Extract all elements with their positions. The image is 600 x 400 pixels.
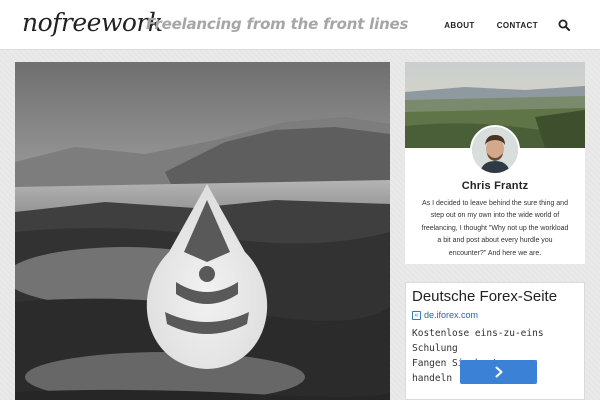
site-tagline: Freelancing from the front lines (146, 15, 409, 33)
author-profile-card: Chris Frantz As I decided to leave behin… (405, 62, 585, 264)
search-icon[interactable] (558, 19, 570, 31)
author-name: Chris Frantz (461, 180, 529, 192)
site-header: nofreework Freelancing from the front li… (0, 0, 600, 50)
author-bio-line: a bit and post about every hurdle you (437, 237, 553, 245)
hero-image[interactable] (15, 62, 390, 400)
nav-about[interactable]: ABOUT (444, 21, 474, 30)
ad-url-link[interactable]: « de.iforex.com (412, 310, 478, 320)
chevron-right-icon (495, 366, 502, 378)
nav-contact[interactable]: CONTACT (497, 21, 538, 30)
author-bio-line: step out on my own into the wide world o… (430, 212, 560, 220)
avatar[interactable] (470, 125, 520, 175)
hero-landscape (15, 62, 390, 400)
author-bio-line: freelancing, I thought "Why not up the w… (421, 224, 569, 232)
ad-widget: Deutsche Forex-Seite « de.iforex.com Kos… (405, 282, 585, 400)
ad-cta-button[interactable] (460, 360, 537, 384)
ad-choices-icon: « (412, 310, 421, 320)
main-nav: ABOUT CONTACT (422, 0, 570, 50)
ad-description-line: Kostenlose eins-zu-eins Schulung (412, 328, 544, 354)
author-bio: As I decided to leave behind the sure th… (415, 198, 575, 260)
site-logo[interactable]: nofreework (22, 8, 163, 37)
author-bio-line: encounter?" And here we are. (448, 249, 542, 257)
author-bio-line: As I decided to leave behind the sure th… (422, 200, 568, 207)
ad-title-link[interactable]: Deutsche Forex-Seite (412, 288, 557, 305)
ad-url: de.iforex.com (424, 310, 479, 320)
